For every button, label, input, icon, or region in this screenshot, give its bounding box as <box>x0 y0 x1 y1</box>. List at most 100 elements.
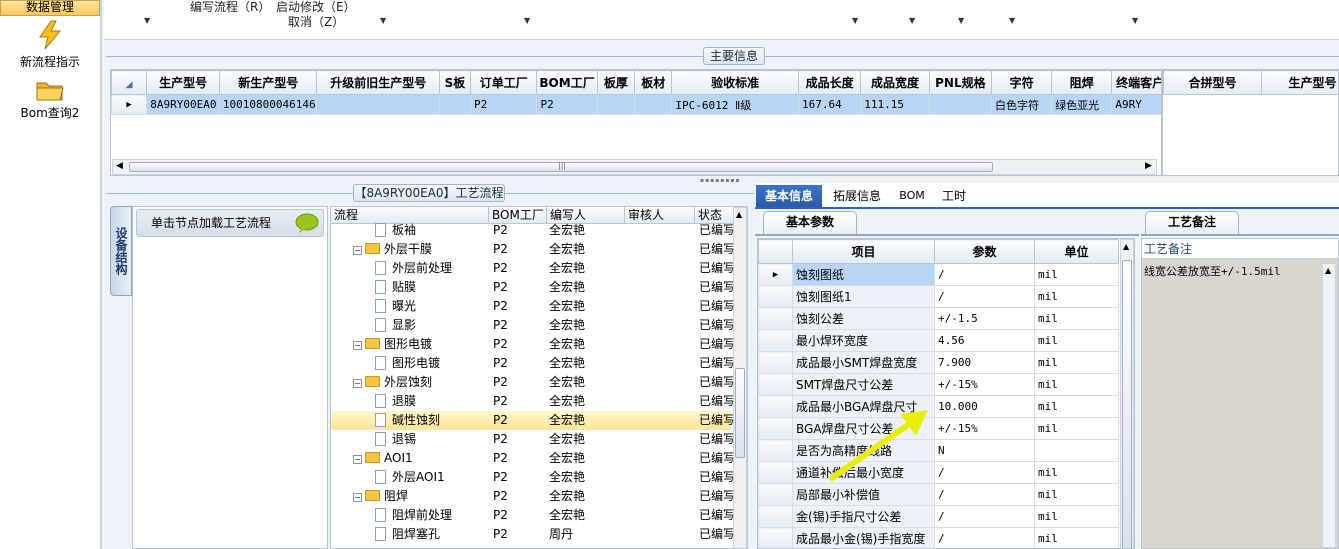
row-header[interactable] <box>758 505 793 528</box>
col-main-8[interactable]: 验收标准 <box>671 70 799 95</box>
params-vscrollbar[interactable]: ▲ <box>1120 239 1134 548</box>
flow-node[interactable]: − 外层干膜 <box>353 240 489 259</box>
table-cell[interactable]: 绿色亚光 <box>1051 94 1113 115</box>
flow-node[interactable]: 外层前处理 <box>375 259 489 278</box>
row-header[interactable] <box>758 417 793 440</box>
row-pointer-icon[interactable]: ▶ <box>758 263 793 286</box>
row-header[interactable] <box>758 307 793 330</box>
flow-tree-row[interactable]: 外层AOI1 P2 全宏艳 已编写 <box>331 468 733 487</box>
flow-tree-row[interactable]: − 外层蚀刻 P2 全宏艳 已编写 <box>331 373 733 392</box>
param-value-cell[interactable]: / <box>934 285 1035 308</box>
scroll-thumb[interactable]: ||| <box>129 161 993 172</box>
param-value-cell[interactable]: +/-1.5 <box>934 307 1035 330</box>
start-modify-menu[interactable]: 启动修改（E） <box>276 0 356 14</box>
dropdown-caret-icon[interactable]: ▼ <box>380 16 386 25</box>
col-main-12[interactable]: 字符 <box>990 70 1053 95</box>
param-value-cell[interactable]: / <box>934 461 1035 484</box>
collapse-toggle-icon[interactable]: − <box>353 341 362 350</box>
row-header[interactable] <box>758 439 793 462</box>
flow-tree-row[interactable]: 外层前处理 P2 全宏艳 已编写 <box>331 259 733 278</box>
col-param[interactable]: 参数 <box>934 239 1035 264</box>
param-value-cell[interactable]: / <box>934 483 1035 506</box>
param-row[interactable]: 成品最小SMT焊盘宽度 7.900 mil <box>758 351 1119 374</box>
col-main-5[interactable]: BOM工厂 <box>536 70 598 95</box>
subtab-basic-params[interactable]: 基本参数 <box>763 211 857 235</box>
param-value-cell[interactable]: / <box>934 527 1035 548</box>
row-header[interactable] <box>758 483 793 506</box>
param-value-cell[interactable]: / <box>934 505 1035 528</box>
edit-flow-menu[interactable]: 编写流程（R） <box>190 0 270 14</box>
col-main-2[interactable]: 升级前旧生产型号 <box>316 70 440 95</box>
scroll-thumb[interactable] <box>735 368 745 458</box>
scroll-up-icon[interactable]: ▲ <box>1325 266 1331 275</box>
flow-node[interactable]: 阻焊塞孔 <box>375 525 489 544</box>
flow-tree-row[interactable]: 阻焊前处理 P2 全宏艳 已编写 <box>331 506 733 525</box>
nav-item-bom-query[interactable]: Bom查询2 <box>0 78 100 121</box>
notes-text[interactable]: 线宽公差放宽至+/-1.5mil <box>1144 263 1320 279</box>
row-pointer-icon[interactable]: ▶ <box>111 94 148 115</box>
flow-tree-row[interactable]: 曝光 P2 全宏艳 已编写 <box>331 297 733 316</box>
table-cell[interactable]: 111.15 <box>860 94 930 115</box>
flow-node[interactable]: − 图形电镀 <box>353 335 489 354</box>
flow-tree-row[interactable]: − 阻焊 P2 全宏艳 已编写 <box>331 487 733 506</box>
param-value-cell[interactable]: / <box>934 263 1035 286</box>
collapse-toggle-icon[interactable]: − <box>353 246 362 255</box>
nav-item-new-flow[interactable]: 新流程指示 <box>0 20 100 70</box>
flow-tree-row[interactable]: − 图形电镀 P2 全宏艳 已编写 <box>331 335 733 354</box>
param-value-cell[interactable]: 7.900 <box>934 351 1035 374</box>
param-row[interactable]: 蚀刻图纸1/mil <box>758 285 1119 308</box>
dropdown-caret-icon[interactable]: ▼ <box>524 16 530 25</box>
table-cell[interactable] <box>438 94 472 115</box>
col-main-14[interactable]: 终端客户代 <box>1111 70 1161 95</box>
dropdown-caret-icon[interactable]: ▼ <box>909 16 915 25</box>
load-flow-hint[interactable]: 单击节点加载工艺流程 <box>136 209 324 237</box>
cancel-menu[interactable]: 取消（Z） <box>288 15 344 29</box>
tab-work-hours[interactable]: 工时 <box>936 185 972 207</box>
nav-header-data-management[interactable]: 数据管理 <box>0 0 100 16</box>
device-structure-tab[interactable]: 设备结构 <box>110 206 132 296</box>
flow-tree-row[interactable]: − 外层干膜 P2 全宏艳 已编写 <box>331 240 733 259</box>
table-cell[interactable]: 8A9RY00EA0 <box>146 94 220 115</box>
col-main-0[interactable]: 生产型号 <box>146 70 220 95</box>
scroll-up-icon[interactable]: ▲ <box>1123 242 1129 251</box>
col-main-3[interactable]: S板 <box>438 70 472 95</box>
param-value-cell[interactable]: 4.56 <box>934 329 1035 352</box>
tab-bom[interactable]: BOM <box>894 185 930 207</box>
param-value-cell[interactable]: +/-15% <box>934 417 1035 440</box>
scroll-thumb[interactable] <box>1122 260 1132 548</box>
flow-node[interactable]: 图形电镀 <box>375 354 489 373</box>
scroll-left-icon[interactable]: ◀ <box>116 161 123 171</box>
table-cell[interactable]: A9RY <box>1111 94 1161 115</box>
param-row[interactable]: ▶ 蚀刻图纸 / mil <box>758 263 1119 286</box>
row-header[interactable] <box>758 395 793 418</box>
scroll-right-icon[interactable]: ▶ <box>1145 161 1152 171</box>
param-value-cell[interactable]: +/-15% <box>934 373 1035 396</box>
col-main-4[interactable]: 订单工厂 <box>470 70 538 95</box>
notes-vscrollbar[interactable]: ▲ <box>1322 263 1336 548</box>
param-row[interactable]: 最小焊环宽度 4.56 mil <box>758 329 1119 352</box>
flow-tree-row[interactable]: 碱性蚀刻 P2 全宏艳 已编写 <box>331 411 733 430</box>
param-value-cell[interactable]: N <box>934 439 1035 462</box>
table-cell[interactable] <box>596 94 636 115</box>
col-production-model[interactable]: 生产型号 <box>1261 70 1338 95</box>
row-header[interactable] <box>758 351 793 374</box>
flow-node[interactable]: 贴膜 <box>375 278 489 297</box>
flow-node[interactable]: 阻焊前处理 <box>375 506 489 525</box>
table-cell[interactable] <box>928 94 993 115</box>
col-main-13[interactable]: 阻焊 <box>1051 70 1113 95</box>
row-header[interactable] <box>758 285 793 308</box>
flow-tree-row[interactable]: − AOI1 P2 全宏艳 已编写 <box>331 449 733 468</box>
flow-tree-row[interactable]: 图形电镀 P2 全宏艳 已编写 <box>331 354 733 373</box>
collapse-toggle-icon[interactable]: − <box>353 379 362 388</box>
table-cell[interactable] <box>634 94 673 115</box>
param-row[interactable]: 金(锡)手指尺寸公差 / mil <box>758 505 1119 528</box>
flow-tree-row[interactable]: 显影 P2 全宏艳 已编写 <box>331 316 733 335</box>
flow-tree-row[interactable]: 阻焊塞孔 P2 周丹 已编写 <box>331 525 733 544</box>
dropdown-caret-icon[interactable]: ▼ <box>1009 16 1015 25</box>
collapse-toggle-icon[interactable]: − <box>353 455 362 464</box>
flow-tree-row[interactable]: 退膜 P2 全宏艳 已编写 <box>331 392 733 411</box>
flow-node[interactable]: 曝光 <box>375 297 489 316</box>
param-row[interactable]: 成品最小金(锡)手指宽度 / mil <box>758 527 1119 548</box>
flow-tree-row[interactable]: 贴膜 P2 全宏艳 已编写 <box>331 278 733 297</box>
dropdown-caret-icon[interactable]: ▼ <box>1132 16 1138 25</box>
